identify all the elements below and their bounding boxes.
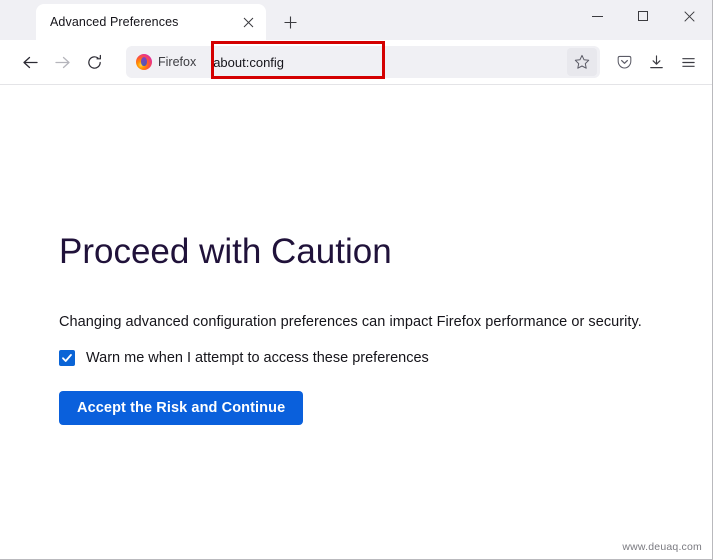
pocket-button[interactable] [608, 46, 640, 78]
url-input-value: about:config [213, 55, 284, 70]
tab-title: Advanced Preferences [50, 15, 236, 29]
app-menu-button[interactable] [672, 46, 704, 78]
urlbar[interactable]: Firefox about:config [126, 46, 600, 78]
url-input[interactable]: about:config [204, 46, 567, 78]
back-arrow-icon [22, 54, 39, 71]
reload-button[interactable] [78, 46, 110, 78]
window-minimize-button[interactable] [574, 0, 620, 32]
window-close-button[interactable] [666, 0, 712, 32]
forward-arrow-icon [54, 54, 71, 71]
checkmark-icon [61, 352, 73, 364]
warn-me-checkbox-label: Warn me when I attempt to access these p… [86, 350, 429, 366]
pocket-icon [616, 54, 633, 71]
bookmark-star-button[interactable] [567, 48, 597, 76]
maximize-icon [638, 11, 648, 21]
hamburger-menu-icon [680, 54, 697, 71]
page-content: Proceed with Caution Changing advanced c… [0, 85, 712, 559]
toolbar-actions [608, 46, 704, 78]
tab-strip: Advanced Preferences [0, 0, 712, 40]
download-icon [648, 54, 665, 71]
navigation-toolbar: Firefox about:config [0, 40, 712, 85]
close-icon [684, 11, 695, 22]
identity-chip-label: Firefox [158, 55, 196, 69]
window-maximize-button[interactable] [620, 0, 666, 32]
forward-button[interactable] [46, 46, 78, 78]
page-title: Proceed with Caution [59, 233, 712, 272]
window-controls [574, 0, 712, 32]
star-icon [574, 54, 590, 70]
downloads-button[interactable] [640, 46, 672, 78]
browser-window: Advanced Preferences [0, 0, 713, 560]
new-tab-button[interactable] [276, 8, 304, 36]
reload-icon [86, 54, 103, 71]
minimize-icon [592, 16, 603, 17]
page-description: Changing advanced configuration preferen… [59, 314, 712, 330]
warn-me-checkbox-row[interactable]: Warn me when I attempt to access these p… [59, 350, 712, 366]
tab-close-icon[interactable] [236, 10, 260, 34]
watermark: www.deuaq.com [622, 541, 702, 553]
firefox-logo-icon [136, 54, 152, 70]
identity-chip-firefox[interactable]: Firefox [129, 49, 204, 75]
tab-advanced-preferences[interactable]: Advanced Preferences [36, 4, 266, 40]
back-button[interactable] [14, 46, 46, 78]
warn-me-checkbox[interactable] [59, 350, 75, 366]
urlbar-container: Firefox about:config [126, 45, 600, 79]
accept-risk-button[interactable]: Accept the Risk and Continue [59, 391, 303, 425]
